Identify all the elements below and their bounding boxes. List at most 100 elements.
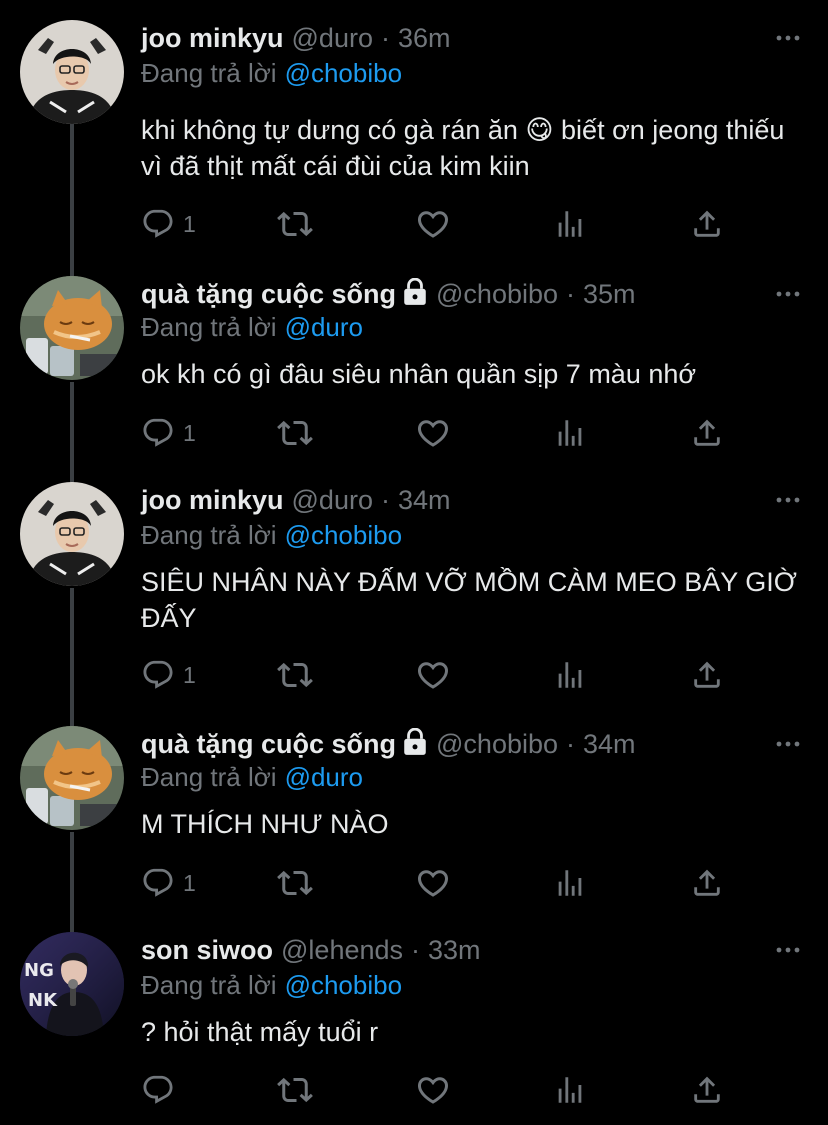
avatar-image	[20, 932, 124, 1036]
tweet[interactable]: quà tặng cuộc sống @chobibo · 34m Đang trả …	[0, 726, 828, 926]
separator-dot: ·	[380, 23, 390, 53]
action-bar: 1	[0, 415, 828, 451]
views-button[interactable]	[553, 865, 587, 901]
separator-dot: ·	[380, 485, 390, 515]
separator-dot: ·	[566, 729, 576, 759]
like-button[interactable]	[415, 657, 451, 693]
reply-target-link[interactable]: @chobibo	[285, 970, 402, 1000]
views-button[interactable]	[553, 657, 587, 693]
reply-button[interactable]: 1	[141, 206, 196, 242]
avatar[interactable]	[20, 276, 124, 380]
timestamp[interactable]: 33m	[428, 935, 481, 965]
avatar[interactable]	[20, 726, 124, 830]
share-button[interactable]	[690, 1072, 724, 1108]
username-handle[interactable]: @duro	[292, 23, 373, 53]
display-name[interactable]: son siwoo	[141, 935, 273, 965]
retweet-button[interactable]	[277, 657, 313, 693]
bar-chart-icon	[553, 1073, 587, 1107]
username-handle[interactable]: @chobibo	[436, 729, 558, 759]
like-button[interactable]	[415, 1072, 451, 1108]
retweet-button[interactable]	[277, 415, 313, 451]
bar-chart-icon	[553, 207, 587, 241]
reply-count: 1	[183, 661, 196, 688]
display-name[interactable]: joo minkyu	[141, 485, 284, 515]
like-button[interactable]	[415, 206, 451, 242]
retweet-button[interactable]	[277, 865, 313, 901]
reply-target-link[interactable]: @duro	[285, 312, 363, 342]
reply-target-link[interactable]: @chobibo	[285, 58, 402, 88]
avatar[interactable]	[20, 482, 124, 586]
reply-icon	[141, 658, 175, 692]
retweet-button[interactable]	[277, 206, 313, 242]
avatar[interactable]	[20, 20, 124, 124]
heart-icon	[415, 865, 451, 901]
bar-chart-icon	[553, 416, 587, 450]
timestamp[interactable]: 34m	[583, 729, 636, 759]
action-bar: 1	[0, 657, 828, 693]
more-options-icon[interactable]	[776, 290, 800, 298]
reply-button[interactable]: 1	[141, 657, 196, 693]
views-button[interactable]	[553, 1072, 587, 1108]
retweet-icon	[277, 657, 313, 693]
retweet-icon	[277, 1072, 313, 1108]
avatar-image	[20, 726, 124, 830]
replying-to: Đang trả lời @chobibo	[141, 518, 402, 552]
like-button[interactable]	[415, 865, 451, 901]
heart-icon	[415, 206, 451, 242]
retweet-icon	[277, 206, 313, 242]
views-button[interactable]	[553, 415, 587, 451]
display-name[interactable]: joo minkyu	[141, 23, 284, 53]
display-name[interactable]: quà tặng cuộc sống	[141, 729, 396, 759]
retweet-button[interactable]	[277, 1072, 313, 1108]
tweet-header: quà tặng cuộc sống @chobibo · 35m	[141, 276, 636, 312]
more-options-icon[interactable]	[776, 946, 800, 954]
tweet-text: SIÊU NHÂN NÀY ĐẤM VỠ MỒM CÀM MEO BÂY GIỜ…	[141, 567, 797, 633]
tweet-text: ok kh có gì đâu siêu nhân quần sịp 7 màu…	[141, 359, 697, 389]
display-name[interactable]: quà tặng cuộc sống	[141, 279, 396, 309]
timestamp[interactable]: 36m	[398, 23, 451, 53]
tweet-header: joo minkyu @duro · 34m	[141, 482, 451, 518]
reply-target-link[interactable]: @chobibo	[285, 520, 402, 550]
reply-button[interactable]	[141, 1072, 183, 1108]
replying-to: Đang trả lời @duro	[141, 310, 363, 344]
like-button[interactable]	[415, 415, 451, 451]
share-button[interactable]	[690, 415, 724, 451]
reply-prefix: Đang trả lời	[141, 762, 277, 792]
username-handle[interactable]: @duro	[292, 485, 373, 515]
tweet[interactable]: quà tặng cuộc sống @chobibo · 35m Đang trả …	[0, 276, 828, 476]
replying-to: Đang trả lời @chobibo	[141, 56, 402, 90]
share-icon	[690, 416, 724, 450]
tweet[interactable]: joo minkyu @duro · 36m Đang trả lời @chobibo…	[0, 20, 828, 250]
more-options-icon[interactable]	[776, 496, 800, 504]
views-button[interactable]	[553, 206, 587, 242]
tweet-text: khi không tự dưng có gà rán ăn 😋 biết ơn…	[141, 115, 785, 181]
tweet-header: joo minkyu @duro · 36m	[141, 20, 451, 56]
avatar[interactable]	[20, 932, 124, 1036]
share-button[interactable]	[690, 865, 724, 901]
action-bar: 1	[0, 206, 828, 242]
avatar-image	[20, 20, 124, 124]
reply-button[interactable]: 1	[141, 865, 196, 901]
reply-target-link[interactable]: @duro	[285, 762, 363, 792]
reply-count: 1	[183, 869, 196, 896]
replying-to: Đang trả lời @duro	[141, 760, 363, 794]
more-options-icon[interactable]	[776, 740, 800, 748]
more-options-icon[interactable]	[776, 34, 800, 42]
share-icon	[690, 207, 724, 241]
tweet[interactable]: joo minkyu @duro · 34m Đang trả lời @chobibo…	[0, 482, 828, 712]
retweet-icon	[277, 415, 313, 451]
action-bar: 1	[0, 865, 828, 901]
tweet[interactable]: son siwoo @lehends · 33m Đang trả lời @chobi…	[0, 932, 828, 1122]
avatar-image	[20, 482, 124, 586]
timestamp[interactable]: 35m	[583, 279, 636, 309]
username-handle[interactable]: @lehends	[281, 935, 403, 965]
share-button[interactable]	[690, 206, 724, 242]
avatar-image	[20, 276, 124, 380]
lock-icon	[402, 728, 428, 756]
reply-prefix: Đang trả lời	[141, 970, 277, 1000]
timestamp[interactable]: 34m	[398, 485, 451, 515]
reply-button[interactable]: 1	[141, 415, 196, 451]
share-button[interactable]	[690, 657, 724, 693]
username-handle[interactable]: @chobibo	[436, 279, 558, 309]
reply-count: 1	[183, 419, 196, 446]
